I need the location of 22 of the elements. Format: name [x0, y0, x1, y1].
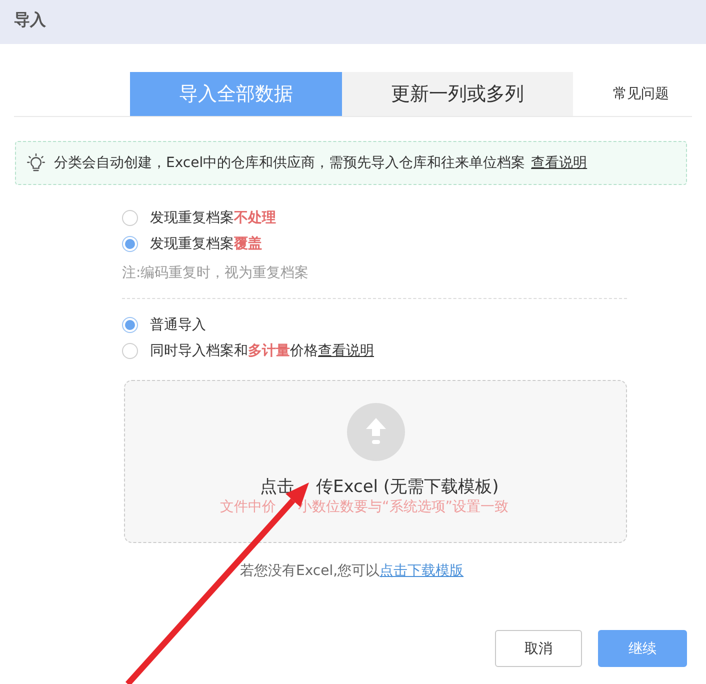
radio-label[interactable]: 同时导入档案和多计量价格	[150, 342, 318, 360]
tab[interactable]: 更新一列或多列	[342, 72, 573, 116]
upload-icon	[346, 403, 404, 461]
radio-button[interactable]	[122, 343, 138, 359]
help-link[interactable]: 查看说明	[531, 154, 588, 172]
lightbulb-icon	[27, 153, 45, 173]
radio-button[interactable]	[122, 210, 138, 226]
upload-hint: 文件中价	[220, 498, 276, 516]
upload-hint: 小数位数要与“系统选项”设置一致	[298, 498, 509, 516]
radio-label[interactable]: 发现重复档案不处理	[150, 209, 276, 227]
download-text: 若您没有Excel,您可以	[240, 563, 380, 579]
radio-button[interactable]	[122, 317, 138, 333]
radio-label[interactable]: 发现重复档案覆盖	[150, 235, 262, 253]
note-text: 注:编码重复时，视为重复档案	[122, 264, 309, 283]
radio-label[interactable]: 普通导入	[150, 316, 206, 334]
cancel-button[interactable]: 取消	[495, 630, 582, 667]
upload-title: 传Excel (无需下载模板)	[316, 476, 499, 498]
help-link[interactable]: 查看说明	[318, 342, 374, 360]
dialog-title: 导入	[14, 9, 46, 31]
tip-text: 分类会自动创建，Excel中的仓库和供应商，需预先导入仓库和往来单位档案	[54, 154, 526, 172]
radio-button[interactable]	[122, 236, 138, 252]
help-link[interactable]: 常见问题	[613, 85, 669, 103]
